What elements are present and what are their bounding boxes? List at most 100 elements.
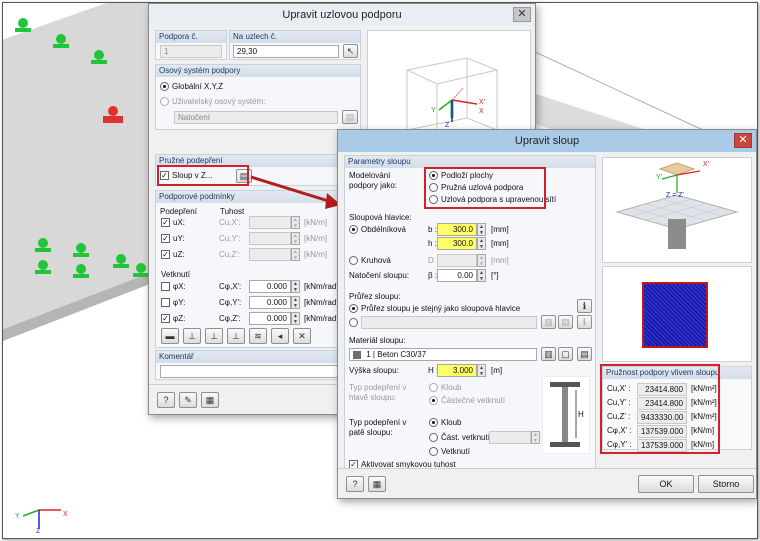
comment-input[interactable]: [160, 365, 356, 378]
support-checkbox[interactable]: ✓ uX:: [161, 218, 185, 228]
height-spinner[interactable]: ▲ ▼: [477, 364, 486, 377]
beta-label: β :: [428, 271, 438, 280]
section-library-icon: ▥: [541, 315, 556, 329]
section-same-label: Průřez sloupu je stejný jako sloupová hl…: [361, 304, 521, 313]
axis-user-label: Uživatelský osový systém:: [172, 97, 266, 106]
preset-spring-icon[interactable]: ≋: [249, 328, 267, 344]
fixity-checkbox[interactable]: φY:: [161, 298, 186, 308]
fixity-stiffness-input[interactable]: 0.000: [249, 312, 291, 325]
section-custom-radio[interactable]: [349, 318, 361, 328]
dialog2-titlebar[interactable]: Upravit sloup ✕: [338, 130, 756, 152]
dialog2-units-icon[interactable]: ▦: [368, 476, 386, 492]
height-unit: [m]: [491, 366, 503, 375]
preset-free-icon[interactable]: ◂: [271, 328, 289, 344]
beta-input[interactable]: 0.00: [437, 269, 477, 282]
fixity-stiffness-input[interactable]: 0.000: [249, 296, 291, 309]
dialog2-title: Upravit sloup: [514, 135, 580, 147]
support-checkbox[interactable]: ✓ uZ:: [161, 250, 185, 260]
material-new-icon[interactable]: ▢: [558, 347, 573, 361]
beta-spinner[interactable]: ▲ ▼: [477, 269, 486, 282]
preset-fixed-icon[interactable]: ⊥: [183, 328, 201, 344]
head-circ-radio[interactable]: Kruhová: [349, 256, 391, 266]
height-input[interactable]: 3.000: [437, 364, 477, 377]
head-rect-radio[interactable]: Obdélníková: [349, 225, 406, 235]
dialog1-units-icon[interactable]: ▦: [201, 392, 219, 408]
foot-partial-radio[interactable]: Část. vetknutí: [429, 433, 490, 443]
head-circ-label: Kruhová: [361, 256, 391, 265]
foot-hinge-radio[interactable]: Kloub: [429, 418, 462, 428]
support-no-label: Podpora č.: [156, 31, 226, 43]
foot-hinge-label: Kloub: [441, 418, 462, 427]
support-presets-toolbar: ▬ ⊥ ⊥ ⊥ ≋ ◂ ✕: [161, 328, 361, 344]
top-hinge-radio: Kloub: [429, 383, 461, 393]
section-custom-dot: [349, 318, 358, 328]
foot-fixed-dot: [429, 447, 438, 457]
modeling-highlight-box: [424, 167, 546, 209]
fixity-stiffness-spinner[interactable]: ▲ ▼: [291, 312, 300, 325]
pick-nodes-button[interactable]: ↖: [343, 44, 358, 58]
preview1-y-label: Y: [431, 107, 436, 114]
axis-global-label: Globální X,Y,Z: [172, 82, 223, 91]
foot-fixed-label: Vetknutí: [441, 447, 470, 456]
fixity-stiffness-spinner[interactable]: ▲ ▼: [291, 280, 300, 293]
preview1-xp-label: X': [479, 99, 486, 106]
section-same-radio[interactable]: Průřez sloupu je stejný jako sloupová hl…: [349, 304, 521, 314]
fixity-label: φY:: [173, 298, 186, 307]
section-same-dot: [349, 304, 358, 314]
dialog2-close-button[interactable]: ✕: [734, 133, 752, 148]
axis-global-radio[interactable]: Globální X,Y,Z: [160, 82, 223, 92]
axis-user-radio-dot: [160, 97, 169, 107]
fixity-label: φX:: [173, 282, 186, 291]
fixity-checkbox[interactable]: φX:: [161, 282, 186, 292]
dialog1-help-icon[interactable]: ?: [157, 392, 175, 408]
h-input[interactable]: 300.0: [437, 237, 477, 250]
material-library-icon[interactable]: ▥: [541, 347, 556, 361]
top-partial-label: Částečné vetknutí: [441, 396, 506, 405]
fixity-check: ✓: [161, 314, 170, 324]
material-select[interactable]: 1 | Beton C30/37: [349, 348, 537, 361]
preset-roller-icon[interactable]: ⊥: [205, 328, 223, 344]
fixity-checkbox[interactable]: ✓ φZ:: [161, 314, 185, 324]
axis-global-radio-dot: [160, 82, 169, 92]
preset-hinge-icon[interactable]: ▬: [161, 328, 179, 344]
b-spinner[interactable]: ▲ ▼: [477, 223, 486, 236]
dialog1-title: Upravit uzlovou podporu: [282, 9, 402, 21]
support-stiffness-unit: [kN/m]: [304, 250, 328, 259]
beta-unit: [°]: [491, 271, 499, 280]
support-stiffness-label: Cu,Y':: [219, 234, 241, 243]
cancel-button[interactable]: Storno: [698, 475, 754, 493]
dialog2-help-icon[interactable]: ?: [346, 476, 364, 492]
preset-sliding-icon[interactable]: ⊥: [227, 328, 245, 344]
material-name: Beton C30/37: [377, 350, 427, 359]
foot-partial-input: [489, 431, 531, 444]
axis-y-label: Y: [15, 513, 20, 520]
dialog1-edit-icon[interactable]: ✎: [179, 392, 197, 408]
section-edit-icon: ▤: [558, 315, 573, 329]
axis-edit-button: ▤: [342, 110, 358, 124]
dialog1-close-button[interactable]: ✕: [513, 7, 531, 22]
material-edit-icon[interactable]: ▤: [577, 347, 592, 361]
comment-group: Komentář: [155, 350, 361, 380]
fixity-stiffness-input[interactable]: 0.000: [249, 280, 291, 293]
head-circ-dot: [349, 256, 358, 266]
foot-partial-spinner: ▲ ▼: [531, 431, 540, 444]
section-info2-icon: ℹ: [577, 315, 592, 329]
fixity-check: [161, 282, 170, 292]
modeling-label: Modelování podpory jako:: [349, 171, 398, 190]
foot-fixed-radio[interactable]: Vetknutí: [429, 447, 470, 457]
support-checkbox[interactable]: ✓ uY:: [161, 234, 185, 244]
support-label: uY:: [173, 234, 185, 243]
axis-rotation-select: Natočení: [174, 111, 338, 124]
dialog1-titlebar[interactable]: Upravit uzlovou podporu ✕: [149, 4, 535, 26]
at-nodes-input[interactable]: 29,30: [233, 45, 339, 58]
ok-button[interactable]: OK: [638, 475, 694, 493]
support-stiffness-input: [249, 248, 291, 261]
preset-release-icon[interactable]: ✕: [293, 328, 311, 344]
fixity-stiffness-spinner[interactable]: ▲ ▼: [291, 296, 300, 309]
section-info-icon[interactable]: ℹ: [577, 299, 592, 313]
axis-user-radio[interactable]: Uživatelský osový systém:: [160, 97, 266, 107]
b-input[interactable]: 300.0: [437, 223, 477, 236]
support-label: uZ:: [173, 250, 185, 259]
h-spinner[interactable]: ▲ ▼: [477, 237, 486, 250]
support-stiffness-spinner: ▲ ▼: [291, 248, 300, 261]
